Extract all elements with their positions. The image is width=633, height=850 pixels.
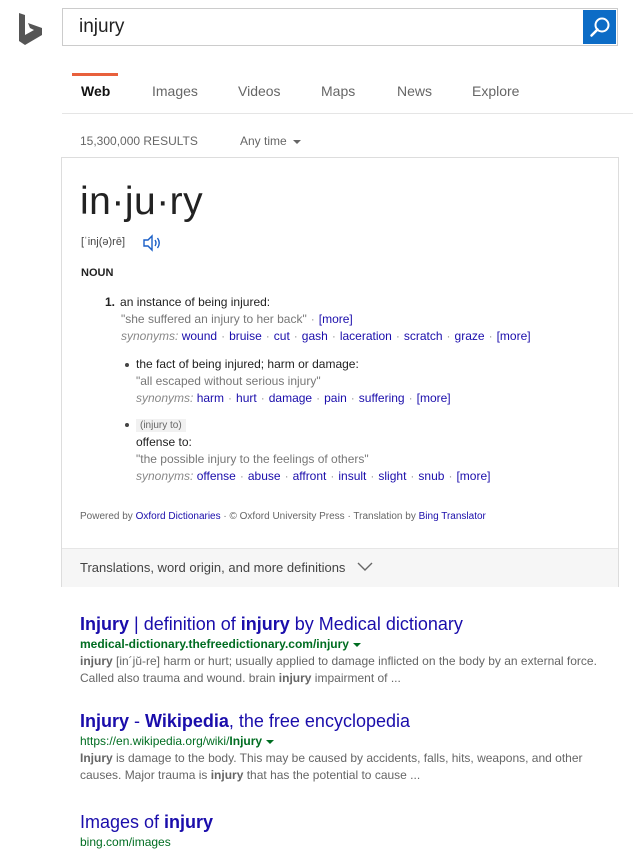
synonym-link[interactable]: gash [302,329,328,343]
results-count: 15,300,000 RESULTS [80,134,198,148]
tab-explore[interactable]: Explore [472,83,519,99]
oxford-dictionaries-link[interactable]: Oxford Dictionaries [136,511,221,522]
synonym-link[interactable]: scratch [404,329,443,343]
definition-text: an instance of being injured: [120,295,271,309]
synonym-link[interactable]: graze [455,329,485,343]
tab-videos[interactable]: Videos [238,83,281,99]
synonyms-list: synonyms: offense · abuse · affront · insult · s… [136,469,491,483]
example-text: "all escaped without serious injury" [136,374,321,388]
bullet [125,363,129,367]
bing-logo-icon[interactable] [16,12,46,46]
synonym-link[interactable]: cut [274,329,290,343]
example-text: "she suffered an injury to her back" [121,312,307,326]
result-snippet: Injury is damage to the body. This may b… [80,751,583,782]
synonym-link[interactable]: laceration [340,329,392,343]
result-title-link[interactable]: Images of injury [80,812,610,833]
pronunciation: [ˈinj(ə)rē] [81,236,126,248]
bullet [125,423,129,427]
dictionary-card: in·ju·ry [ˈinj(ə)rē] NOUN 1. an instance … [61,157,619,587]
result-url[interactable]: medical-dictionary.thefreedictionary.com… [80,637,610,651]
synonyms-list: synonyms: wound · bruise · cut · gash · lacerati… [121,329,531,343]
synonym-link[interactable]: offense [197,469,236,483]
speaker-icon[interactable] [142,234,162,252]
time-filter-dropdown[interactable]: Any time [240,134,301,148]
synonyms-more-link[interactable]: [more] [417,391,451,405]
images-result: Images of injury bing.com/images [80,812,610,849]
tab-images[interactable]: Images [152,83,198,99]
url-dropdown-icon[interactable] [266,739,275,744]
usage-tag: (injury to) [136,419,186,432]
synonyms-label: synonyms: [136,391,194,405]
definition-3: (injury to) offense to: "the possible in… [136,417,490,483]
bing-translator-link[interactable]: Bing Translator [419,511,486,522]
more-definitions-label: Translations, word origin, and more defi… [80,560,346,575]
chevron-down-icon [357,562,373,571]
search-box [62,8,618,46]
synonym-link[interactable]: harm [197,391,224,405]
result-title-link[interactable]: Injury - Wikipedia, the free encyclopedi… [80,711,610,732]
tab-web[interactable]: Web [81,83,110,99]
dictionary-credit: Powered by Oxford Dictionaries · © Oxfor… [80,511,486,522]
synonyms-label: synonyms: [121,329,179,343]
search-button[interactable] [583,10,616,44]
definition-1: 1. an instance of being injured: "she suf… [105,295,531,343]
synonym-link[interactable]: suffering [359,391,405,405]
synonym-link[interactable]: hurt [236,391,257,405]
search-icon [589,17,609,37]
time-filter-label: Any time [240,134,287,148]
headword: in·ju·ry [80,180,204,223]
synonyms-label: synonyms: [136,469,194,483]
example-more-link[interactable]: [more] [319,312,353,326]
search-result: Injury | definition of injury by Medical… [80,614,610,687]
synonym-link[interactable]: pain [324,391,347,405]
definition-text: the fact of being injured; harm or damag… [136,357,359,371]
result-url[interactable]: https://en.wikipedia.org/wiki/Injury [80,734,610,748]
definition-2: the fact of being injured; harm or damag… [136,357,451,405]
synonyms-list: synonyms: harm · hurt · damage · pain · sufferin… [136,391,451,405]
definition-number: 1. [105,295,116,309]
synonyms-more-link[interactable]: [more] [497,329,531,343]
active-tab-indicator [72,73,118,76]
tab-news[interactable]: News [397,83,432,99]
synonym-link[interactable]: affront [293,469,327,483]
result-title-link[interactable]: Injury | definition of injury by Medical… [80,614,610,635]
synonym-link[interactable]: damage [269,391,312,405]
search-result: Injury - Wikipedia, the free encyclopedi… [80,711,610,784]
example-text: "the possible injury to the feelings of … [136,452,369,466]
synonym-link[interactable]: slight [378,469,406,483]
synonym-link[interactable]: snub [418,469,444,483]
url-dropdown-icon[interactable] [352,642,361,647]
result-url[interactable]: bing.com/images [80,835,610,849]
result-snippet: injury [in´jŭ-re] harm or hurt; usually … [80,654,597,685]
synonym-link[interactable]: wound [182,329,217,343]
synonym-link[interactable]: insult [338,469,366,483]
synonyms-more-link[interactable]: [more] [456,469,490,483]
tab-maps[interactable]: Maps [321,83,355,99]
definition-text: offense to: [136,435,192,449]
chevron-down-icon [292,139,301,144]
search-input[interactable] [79,9,559,45]
synonym-link[interactable]: abuse [248,469,281,483]
synonym-link[interactable]: bruise [229,329,262,343]
more-definitions-expander[interactable]: Translations, word origin, and more defi… [62,548,618,587]
scope-tabs: Web Images Videos Maps News Explore [62,73,633,114]
part-of-speech: NOUN [81,267,114,279]
